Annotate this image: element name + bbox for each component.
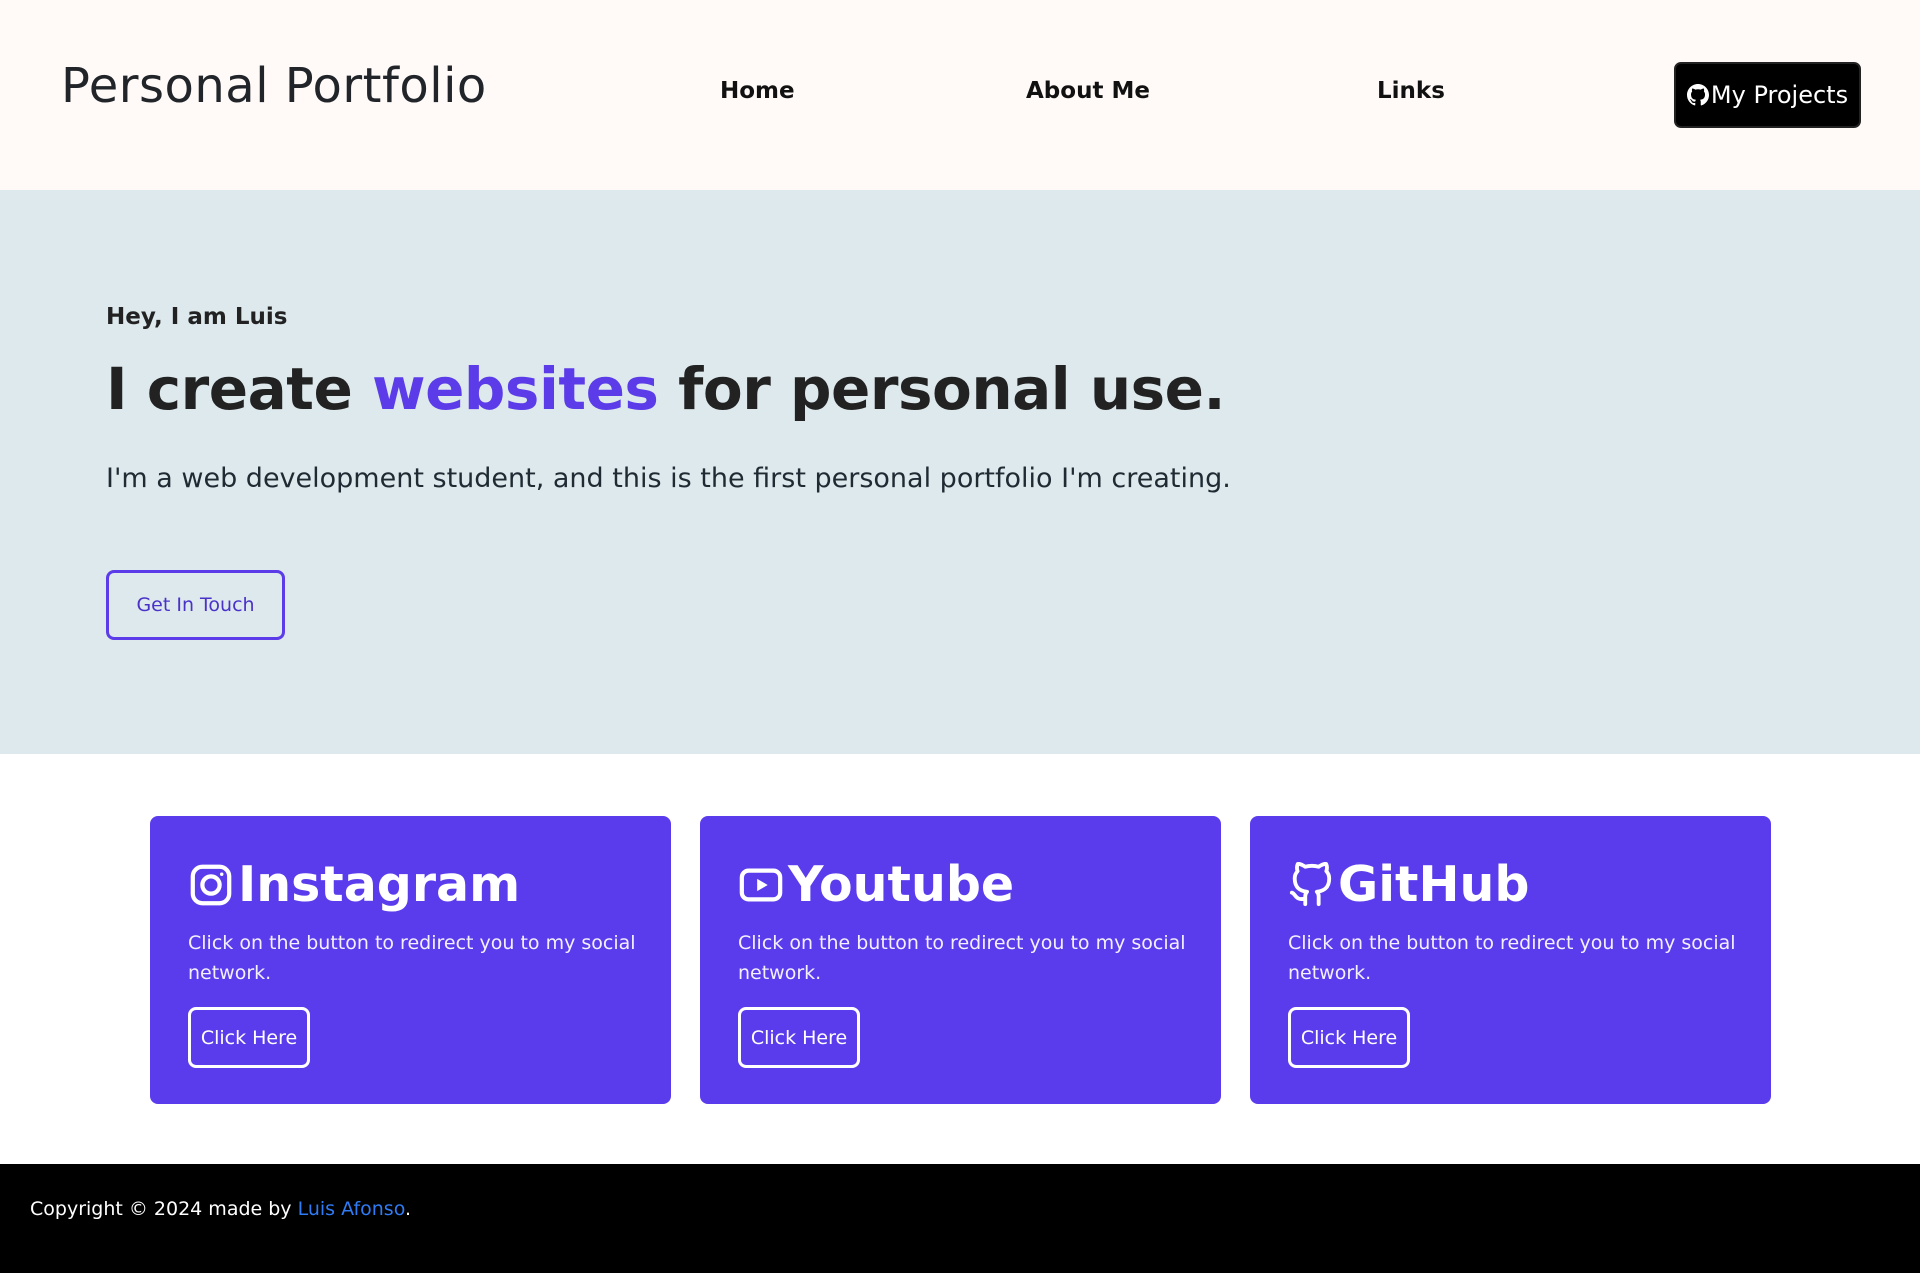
hero-greeting: Hey, I am Luis	[106, 304, 288, 330]
social-card-youtube: Youtube Click on the button to redirect …	[700, 816, 1221, 1104]
github-icon	[1289, 861, 1332, 906]
footer-copyright: Copyright © 2024 made by Luis Afonso.	[30, 1198, 411, 1220]
instagram-click-here-button[interactable]: Click Here	[188, 1007, 310, 1068]
hero-description: I'm a web development student, and this …	[106, 463, 1231, 494]
instagram-icon	[190, 864, 232, 905]
brand-title: Personal Portfolio	[61, 58, 487, 114]
social-card-instagram: Instagram Click on the button to redirec…	[150, 816, 671, 1104]
card-description: Click on the button to redirect you to m…	[1288, 932, 1736, 984]
card-title: GitHub	[1288, 856, 1529, 913]
nav-link-home[interactable]: Home	[720, 78, 795, 104]
footer-author-link[interactable]: Luis Afonso	[298, 1198, 405, 1220]
nav-link-links[interactable]: Links	[1377, 78, 1445, 104]
hero-title-after: for personal use.	[658, 355, 1226, 423]
get-in-touch-button[interactable]: Get In Touch	[106, 570, 285, 640]
card-title-label: GitHub	[1338, 856, 1530, 913]
my-projects-button[interactable]: My Projects	[1674, 62, 1861, 128]
my-projects-label: My Projects	[1710, 81, 1849, 109]
social-cards-section: Instagram Click on the button to redirec…	[0, 754, 1920, 1164]
card-title: Instagram	[188, 856, 520, 913]
footer: Copyright © 2024 made by Luis Afonso.	[0, 1164, 1920, 1273]
youtube-click-here-button[interactable]: Click Here	[738, 1007, 860, 1068]
card-title: Youtube	[738, 856, 1014, 913]
hero-title-accent: websites	[372, 355, 659, 423]
card-title-label: Youtube	[788, 856, 1015, 913]
hero-section: Hey, I am Luis I create websites for per…	[0, 190, 1920, 754]
social-card-github: GitHub Click on the button to redirect y…	[1250, 816, 1771, 1104]
github-icon	[1686, 84, 1709, 106]
hero-title: I create websites for personal use.	[106, 355, 1226, 423]
hero-title-before: I create	[106, 355, 372, 423]
footer-prefix: Copyright © 2024 made by	[30, 1198, 298, 1220]
card-title-label: Instagram	[238, 856, 521, 913]
card-description: Click on the button to redirect you to m…	[738, 932, 1186, 984]
nav-link-about-me[interactable]: About Me	[1026, 78, 1150, 104]
navbar: Personal Portfolio Home About Me Links M…	[0, 0, 1920, 190]
card-description: Click on the button to redirect you to m…	[188, 932, 636, 984]
youtube-icon	[739, 868, 783, 901]
footer-suffix: .	[405, 1198, 412, 1220]
github-click-here-button[interactable]: Click Here	[1288, 1007, 1410, 1068]
